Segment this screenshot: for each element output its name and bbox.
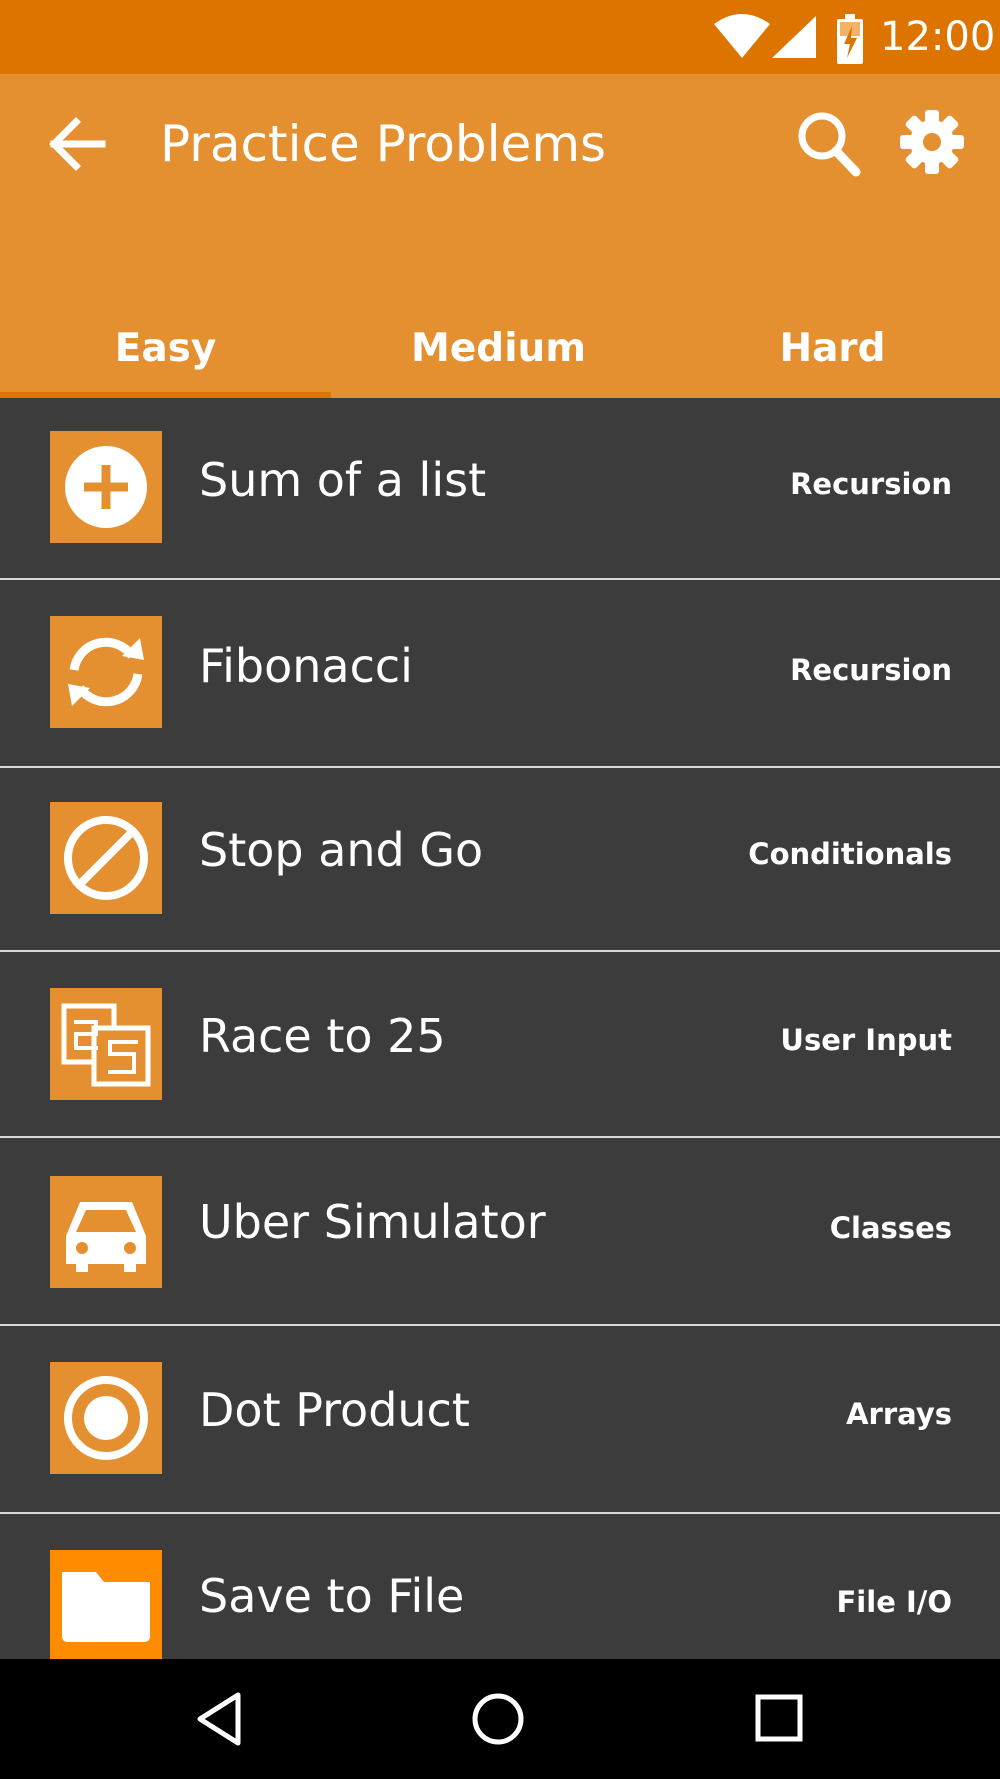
problem-name: Dot Product: [199, 1383, 470, 1437]
problem-category: Classes: [829, 1211, 952, 1245]
problem-name: Fibonacci: [199, 639, 413, 693]
tab-hard[interactable]: Hard: [667, 314, 998, 398]
list-item[interactable]: Fibonacci Recursion: [0, 580, 1000, 766]
nav-recents-icon[interactable]: [754, 1693, 804, 1747]
problem-name: Sum of a list: [199, 453, 487, 507]
difficulty-tabs: Easy Medium Hard: [0, 314, 1000, 398]
status-clock: 12:00: [880, 14, 996, 60]
number-25-icon: [50, 988, 162, 1100]
app-bar: Practice Problems Easy Medium Hard: [0, 74, 1000, 398]
radio-button-icon: [50, 1362, 162, 1474]
block-icon: [50, 802, 162, 914]
list-item[interactable]: Race to 25 User Input: [0, 952, 1000, 1136]
problem-category: Arrays: [846, 1397, 952, 1431]
list-item[interactable]: Uber Simulator Classes: [0, 1138, 1000, 1324]
sync-icon: [50, 616, 162, 728]
problem-name: Uber Simulator: [199, 1195, 546, 1249]
cell-signal-icon: [772, 16, 816, 62]
folder-icon: [50, 1550, 162, 1659]
problem-category: User Input: [780, 1023, 952, 1057]
tab-medium[interactable]: Medium: [333, 314, 664, 398]
page-title: Practice Problems: [160, 115, 607, 173]
problem-name: Race to 25: [199, 1009, 446, 1063]
list-item[interactable]: Dot Product Arrays: [0, 1326, 1000, 1512]
car-icon: [50, 1176, 162, 1288]
problem-category: Conditionals: [748, 837, 952, 871]
problem-name: Save to File: [199, 1569, 465, 1623]
gear-icon: [892, 110, 972, 186]
nav-back-icon[interactable]: [194, 1691, 244, 1751]
tab-easy[interactable]: Easy: [0, 314, 331, 398]
problem-name: Stop and Go: [199, 823, 484, 877]
settings-button[interactable]: [892, 102, 972, 182]
back-button[interactable]: [40, 104, 120, 184]
problem-category: Recursion: [790, 467, 952, 501]
wifi-icon: [714, 14, 770, 62]
list-item[interactable]: Stop and Go Conditionals: [0, 768, 1000, 950]
arrow-back-icon: [40, 117, 120, 188]
problem-category: File I/O: [836, 1585, 953, 1619]
app-screen: 12:00 Practice Problems Easy Medium Hard…: [0, 0, 1000, 1779]
plus-circle-icon: [50, 431, 162, 543]
list-item[interactable]: Sum of a list Recursion: [0, 398, 1000, 578]
list-item[interactable]: Save to File File I/O: [0, 1514, 1000, 1659]
system-nav-bar: [0, 1659, 1000, 1779]
status-bar: 12:00: [0, 0, 1000, 74]
search-button[interactable]: [792, 102, 868, 182]
problem-category: Recursion: [790, 653, 952, 687]
search-icon: [792, 112, 868, 186]
nav-home-icon[interactable]: [470, 1691, 526, 1751]
battery-charging-icon: [836, 14, 864, 68]
